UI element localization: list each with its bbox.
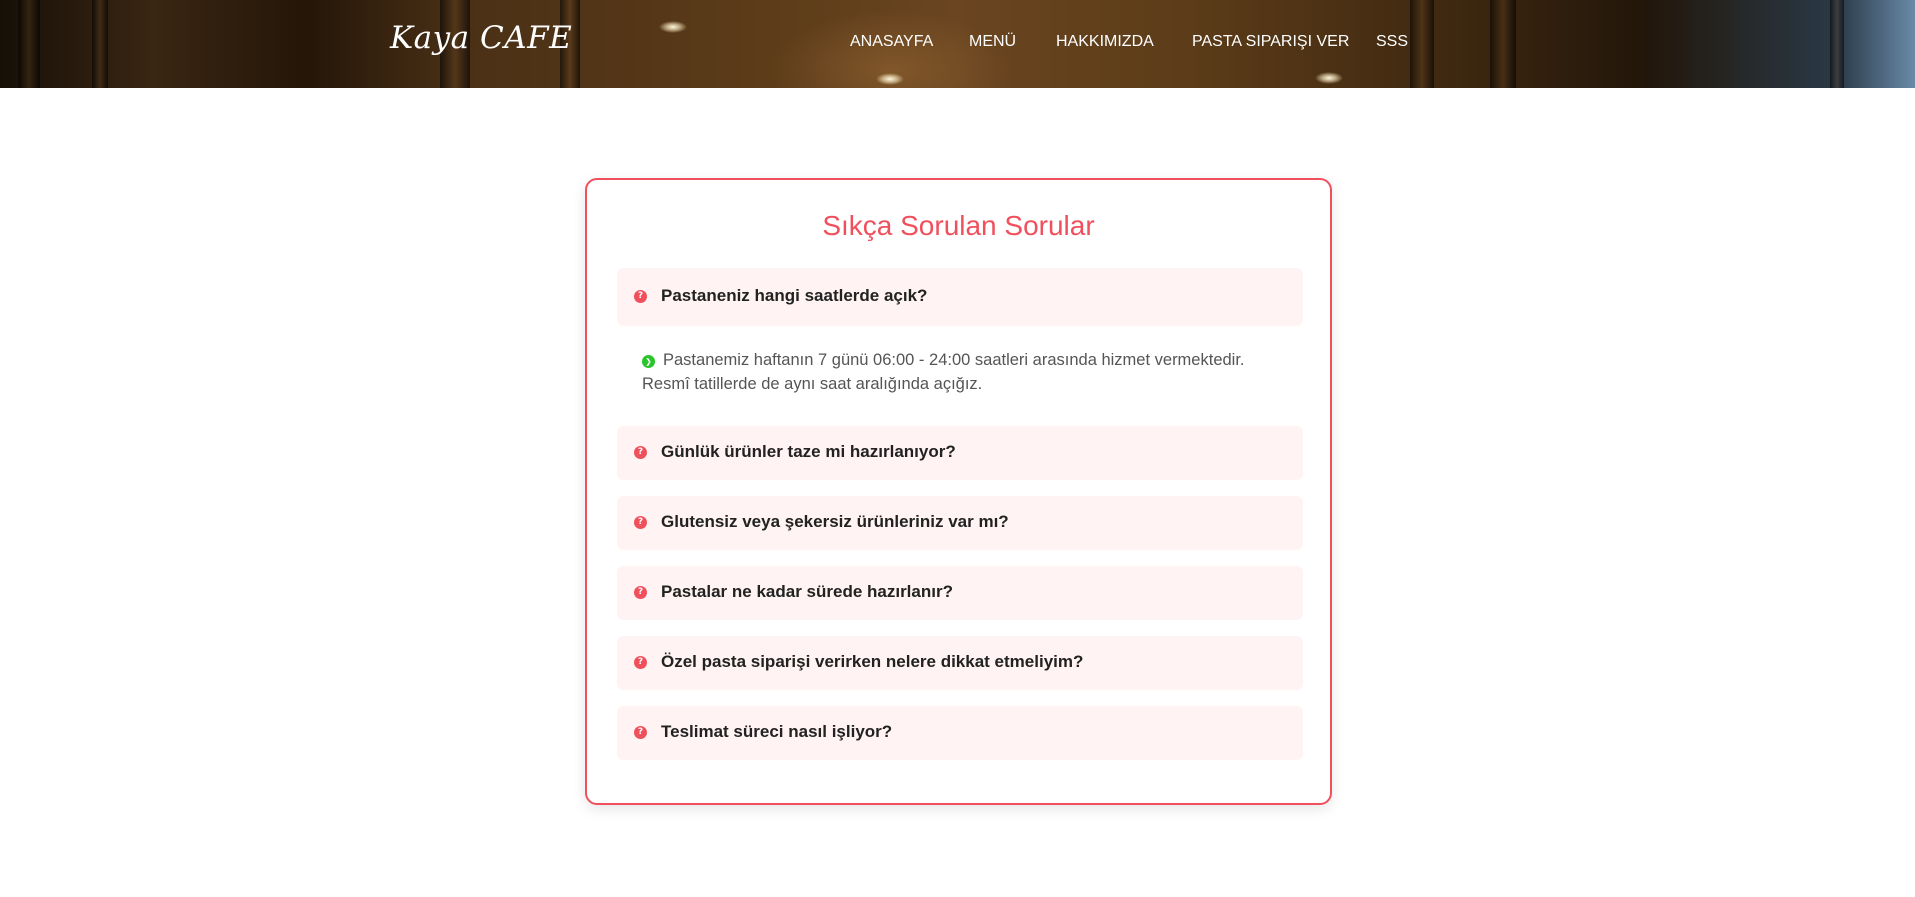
faq-question-text: Teslimat süreci nasıl işliyor? bbox=[661, 722, 893, 741]
faq-question-1[interactable]: ? Pastaneniz hangi saatlerde açık? bbox=[617, 268, 1303, 326]
faq-card: Sıkça Sorulan Sorular ? Pastaneniz hangi… bbox=[585, 178, 1332, 805]
header-bg-pillar bbox=[92, 0, 108, 88]
question-circle-icon: ? bbox=[634, 446, 647, 459]
faq-question-text: Pastalar ne kadar sürede hazırlanır? bbox=[661, 582, 953, 601]
faq-question-4[interactable]: ? Pastalar ne kadar sürede hazırlanır? bbox=[617, 566, 1303, 620]
site-logo[interactable]: Kaya CAFE bbox=[390, 20, 572, 56]
question-circle-icon: ? bbox=[634, 586, 647, 599]
faq-question-6[interactable]: ? Teslimat süreci nasıl işliyor? bbox=[617, 706, 1303, 760]
header-bg-pillar bbox=[1490, 0, 1516, 88]
chevron-right-circle-icon: ❯ bbox=[642, 355, 655, 368]
site-header: Kaya CAFE ANASAYFA MENÜ HAKKIMIZDA PASTA… bbox=[0, 0, 1915, 88]
faq-question-text: Pastaneniz hangi saatlerde açık? bbox=[661, 286, 928, 305]
faq-question-text: Özel pasta siparişi verirken nelere dikk… bbox=[661, 652, 1084, 671]
nav-link-menu[interactable]: MENÜ bbox=[969, 33, 1016, 51]
question-circle-icon: ? bbox=[634, 516, 647, 529]
faq-question-text: Glutensiz veya şekersiz ürünleriniz var … bbox=[661, 512, 1009, 531]
header-bg-pillar bbox=[1410, 0, 1434, 88]
faq-question-3[interactable]: ? Glutensiz veya şekersiz ürünleriniz va… bbox=[617, 496, 1303, 550]
nav-link-hakkimizda[interactable]: HAKKIMIZDA bbox=[1056, 33, 1154, 51]
header-bg-pillar bbox=[1830, 0, 1844, 88]
faq-title: Sıkça Sorulan Sorular bbox=[822, 210, 1095, 241]
question-circle-icon: ? bbox=[634, 290, 647, 303]
question-circle-icon: ? bbox=[634, 656, 647, 669]
faq-answer-line-2: Resmî tatillerde de aynı saat aralığında… bbox=[642, 375, 983, 393]
faq-question-text: Günlük ürünler taze mi hazırlanıyor? bbox=[661, 442, 956, 461]
nav-link-sss[interactable]: SSS bbox=[1376, 33, 1408, 51]
faq-question-2[interactable]: ? Günlük ürünler taze mi hazırlanıyor? bbox=[617, 426, 1303, 480]
faq-question-5[interactable]: ? Özel pasta siparişi verirken nelere di… bbox=[617, 636, 1303, 690]
nav-link-pasta-siparisi[interactable]: PASTA SIPARIŞI VER bbox=[1192, 33, 1349, 51]
question-circle-icon: ? bbox=[634, 726, 647, 739]
header-bg-pillar bbox=[18, 0, 40, 88]
faq-answer-line-1: Pastanemiz haftanın 7 günü 06:00 - 24:00… bbox=[663, 351, 1245, 369]
faq-answer-1: ❯ Pastanemiz haftanın 7 günü 06:00 - 24:0… bbox=[642, 348, 1282, 396]
nav-link-anasayfa[interactable]: ANASAYFA bbox=[850, 33, 933, 51]
